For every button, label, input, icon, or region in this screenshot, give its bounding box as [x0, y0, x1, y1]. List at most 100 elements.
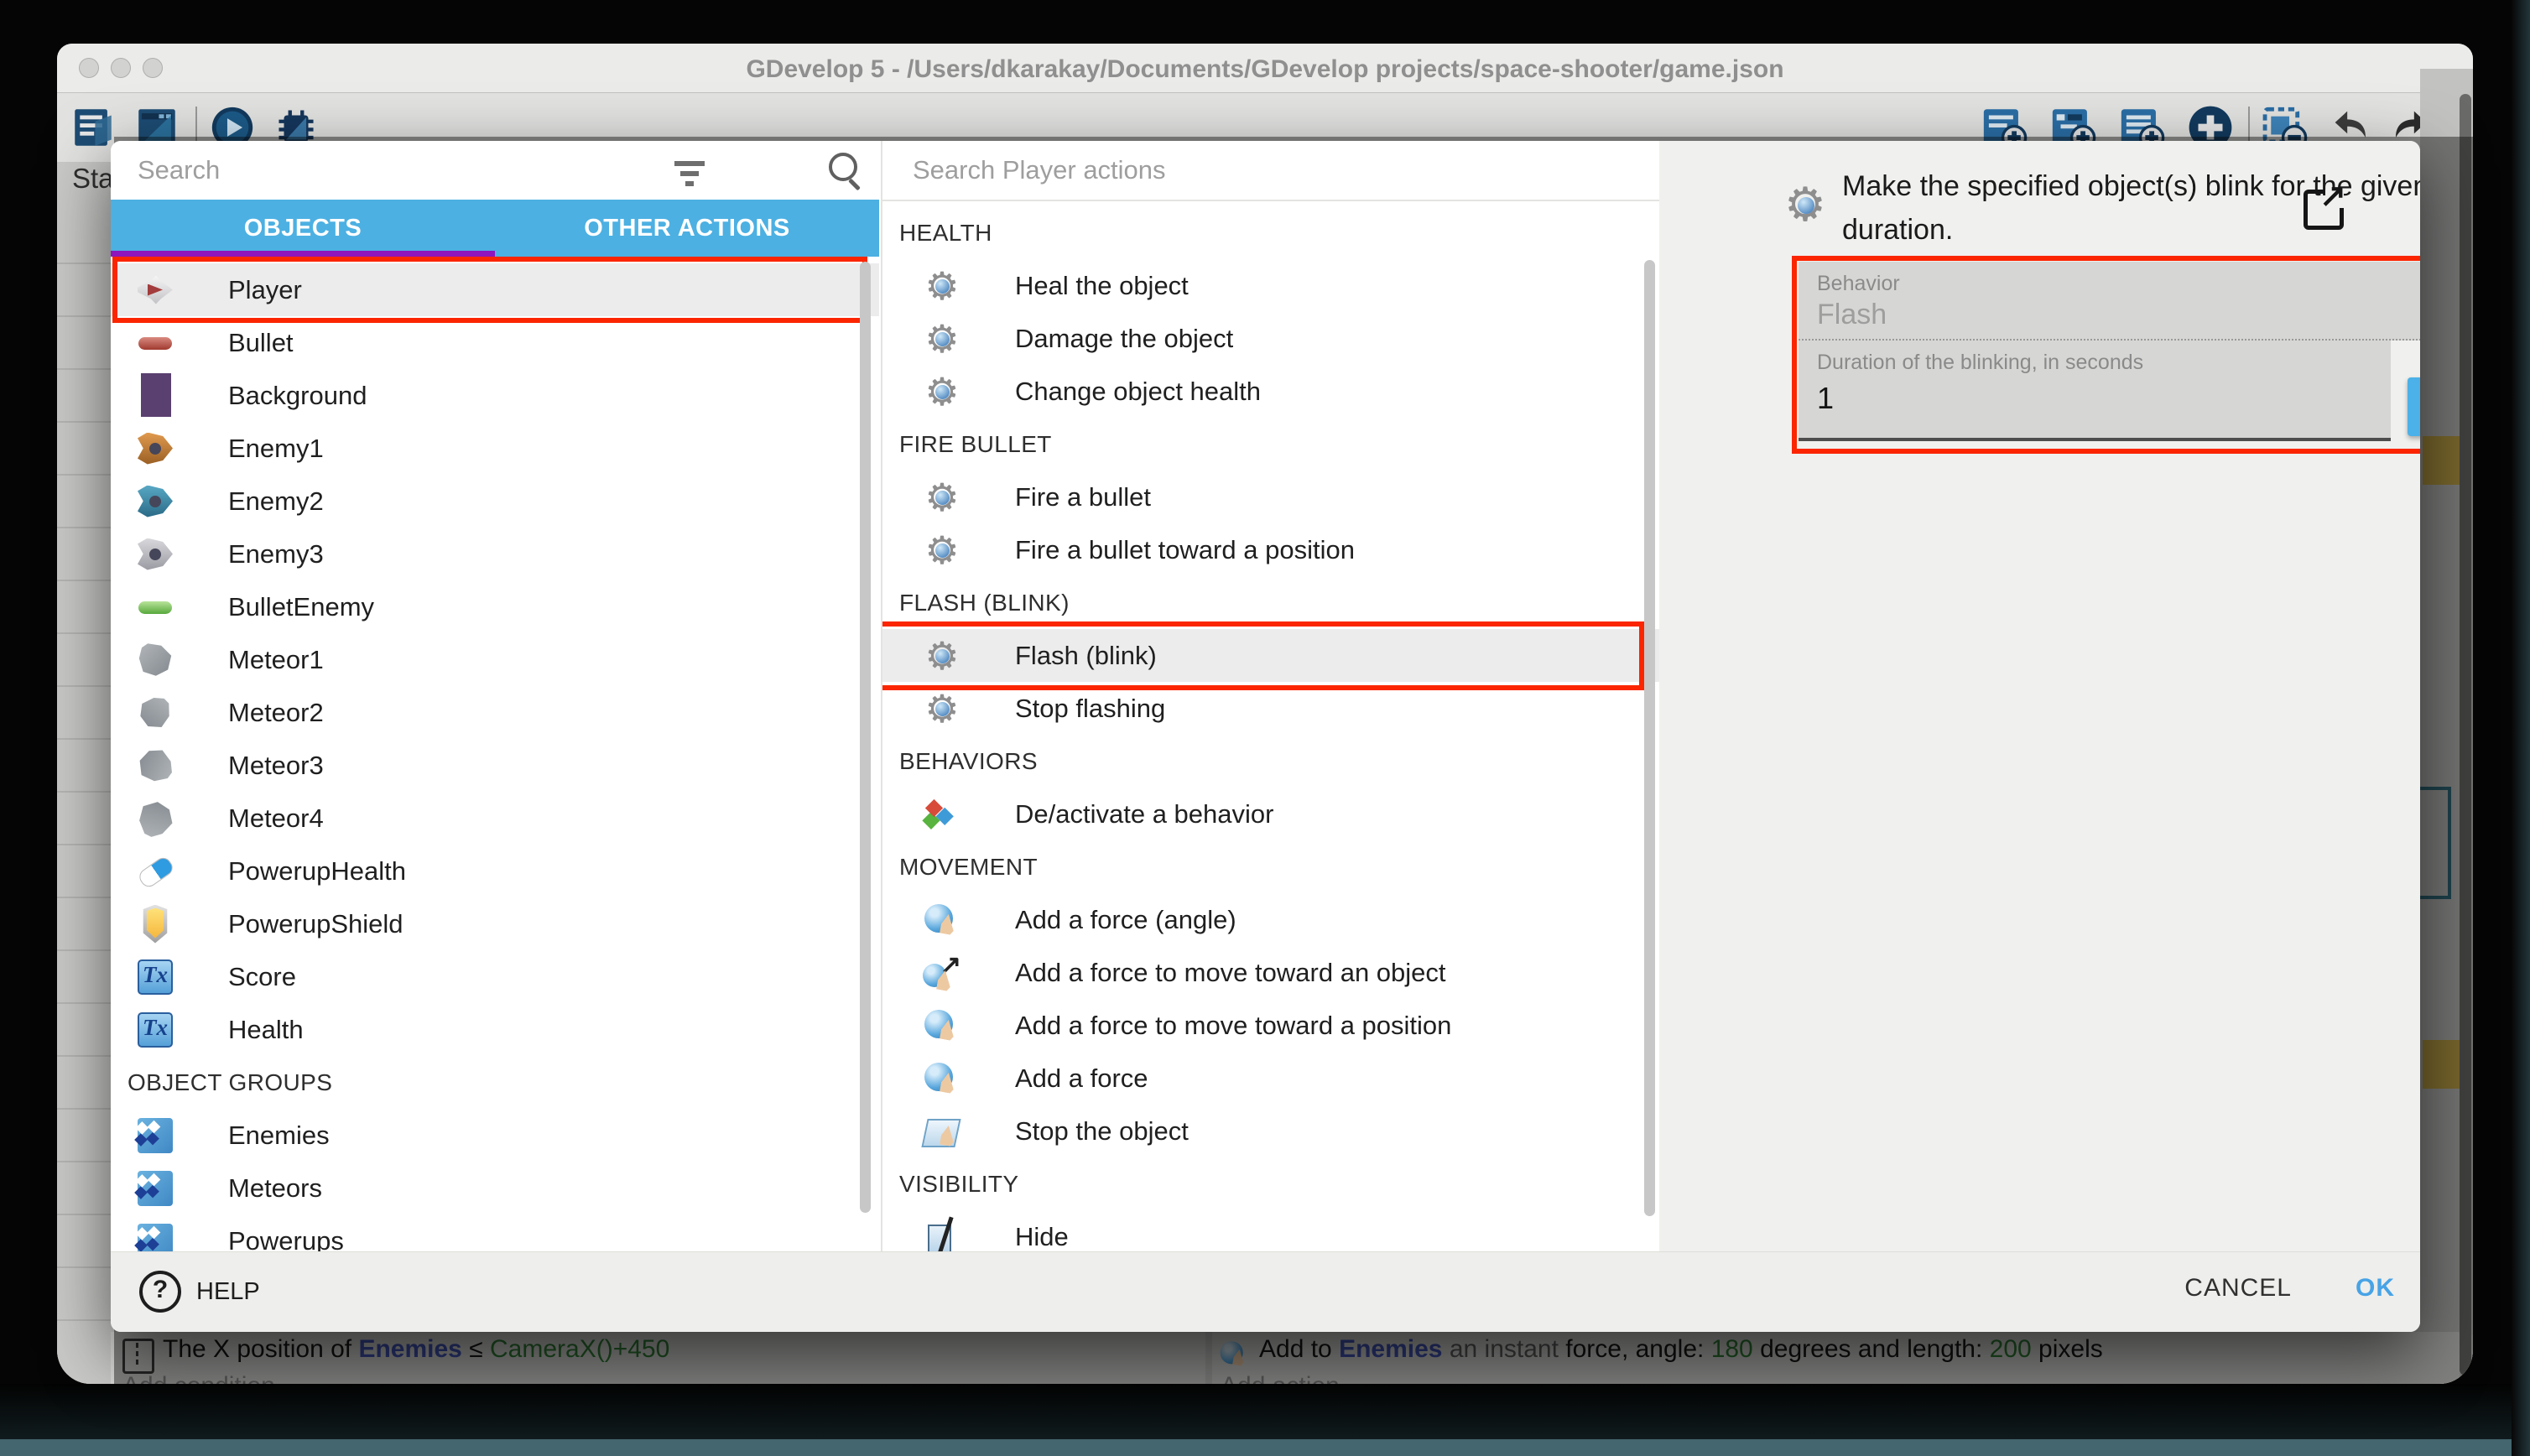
objects-list-scrollbar[interactable]	[860, 262, 871, 1213]
help-label: HELP	[196, 1278, 260, 1306]
item-label: Add a force to move toward an object	[1015, 958, 1446, 988]
item-label: Bullet	[228, 328, 294, 358]
text-object-icon	[136, 1011, 174, 1049]
tab-objects[interactable]: OBJECTS	[111, 200, 495, 257]
action-item-stop-flashing[interactable]: Stop flashing	[882, 682, 1659, 735]
item-label: Meteor2	[228, 698, 324, 728]
action-item-fire-a-bullet-toward-a-position[interactable]: Fire a bullet toward a position	[882, 523, 1659, 576]
item-label: PowerupHealth	[228, 856, 406, 887]
open-in-new-icon[interactable]	[2304, 190, 2344, 230]
duration-input[interactable]: Duration of the blinking, in seconds 1	[1799, 341, 2391, 441]
object-group-icon	[136, 1169, 174, 1208]
item-label: Add a force	[1015, 1063, 1148, 1094]
item-label: Health	[228, 1015, 304, 1045]
object-item-meteor1[interactable]: Meteor1	[111, 633, 879, 686]
active-tab-underline	[111, 251, 495, 257]
duration-field-label: Duration of the blinking, in seconds	[1817, 351, 2143, 375]
search-icon	[829, 153, 857, 181]
object-item-bullet[interactable]: Bullet	[111, 316, 879, 369]
object-item-meteors[interactable]: Meteors	[111, 1162, 879, 1214]
action-search-input[interactable]: Search Player actions	[882, 141, 1659, 200]
hide-icon	[923, 1218, 961, 1256]
action-item-heal-the-object[interactable]: Heal the object	[882, 259, 1659, 312]
events-tab-fragment: Sta	[72, 163, 114, 195]
action-item-fire-a-bullet[interactable]: Fire a bullet	[882, 471, 1659, 523]
section-header: OBJECT GROUPS	[111, 1056, 879, 1109]
force-icon	[923, 1006, 961, 1045]
section-header: FIRE BULLET	[882, 418, 1659, 471]
text-object-icon	[136, 958, 174, 996]
object-item-bulletenemy[interactable]: BulletEnemy	[111, 580, 879, 633]
object-tabs: OBJECTS OTHER ACTIONS	[111, 200, 879, 257]
action-item-add-a-force-to-move-toward-an-object[interactable]: ↗Add a force to move toward an object	[882, 946, 1659, 999]
object-item-background[interactable]: Background	[111, 369, 879, 422]
section-header: FLASH (BLINK)	[882, 576, 1659, 629]
force-icon	[923, 1059, 961, 1098]
item-label: Stop flashing	[1015, 694, 1165, 724]
object-item-score[interactable]: Score	[111, 950, 879, 1003]
section-header: MOVEMENT	[882, 840, 1659, 893]
objects-list: Player Bullet BackgroundEnemy1 Enemy2 Enemy3…	[111, 257, 879, 1258]
object-item-meteor3[interactable]: Meteor3	[111, 739, 879, 792]
gear-icon	[923, 320, 961, 358]
object-item-enemy3[interactable]: Enemy3	[111, 528, 879, 580]
powerup-health-icon	[136, 852, 174, 891]
gear-icon	[923, 689, 961, 728]
object-item-health[interactable]: Health	[111, 1003, 879, 1056]
object-item-enemies[interactable]: Enemies	[111, 1109, 879, 1162]
desktop-wallpaper-strip	[0, 1439, 2530, 1456]
actions-list-scrollbar[interactable]	[1644, 260, 1655, 1216]
expression-editor-button[interactable]: Σ 123	[2408, 377, 2420, 436]
action-item-add-a-force[interactable]: Add a force	[882, 1052, 1659, 1105]
ok-button[interactable]: OK	[2356, 1274, 2395, 1303]
action-item-flash-blink-[interactable]: Flash (blink)	[882, 629, 1659, 682]
item-label: Meteors	[228, 1173, 322, 1204]
gear-icon	[923, 637, 961, 675]
desktop-wallpaper-edge	[2512, 0, 2530, 1456]
desktop-shadow	[0, 1384, 2530, 1439]
object-item-meteor4[interactable]: Meteor4	[111, 792, 879, 845]
object-item-poweruphealth[interactable]: PowerupHealth	[111, 845, 879, 897]
action-item-damage-the-object[interactable]: Damage the object	[882, 312, 1659, 365]
behavior-icon	[923, 795, 961, 834]
dialog-footer: HELP CANCEL OK	[111, 1251, 2420, 1332]
meteor3-icon	[136, 746, 174, 785]
force-icon	[923, 901, 961, 939]
object-search-placeholder: Search	[138, 155, 220, 185]
help-button[interactable]: HELP	[139, 1271, 260, 1313]
object-item-meteor2[interactable]: Meteor2	[111, 686, 879, 739]
help-icon	[139, 1271, 181, 1313]
object-item-enemy1[interactable]: Enemy1	[111, 422, 879, 475]
duration-field-value: 1	[1817, 381, 1834, 416]
gear-icon	[923, 372, 961, 411]
gear-icon	[923, 267, 961, 305]
instruction-editor-dialog: Search OBJECTS OTHER ACTIONS Player Bulle…	[111, 141, 2420, 1332]
behavior-field-label: Behavior	[1817, 272, 1900, 296]
object-search-input[interactable]: Search	[111, 141, 879, 200]
item-label: Fire a bullet toward a position	[1015, 535, 1355, 565]
action-item-stop-the-object[interactable]: Stop the object	[882, 1105, 1659, 1157]
action-item-hide[interactable]: Hide	[882, 1210, 1659, 1256]
action-item-add-a-force-to-move-toward-a-position[interactable]: Add a force to move toward a position	[882, 999, 1659, 1052]
filter-icon[interactable]	[674, 161, 705, 166]
behavior-field: Behavior Flash	[1799, 262, 2420, 341]
item-label: De/activate a behavior	[1015, 799, 1273, 829]
item-label: Fire a bullet	[1015, 482, 1151, 512]
item-label: Enemy2	[228, 486, 324, 517]
item-label: Enemies	[228, 1121, 330, 1151]
item-label: Meteor1	[228, 645, 324, 675]
object-item-powerupshield[interactable]: PowerupShield	[111, 897, 879, 950]
meteor1-icon	[136, 641, 174, 679]
object-item-enemy2[interactable]: Enemy2	[111, 475, 879, 528]
action-item-de-activate-a-behavior[interactable]: De/activate a behavior	[882, 788, 1659, 840]
title-bar[interactable]: GDevelop 5 - /Users/dkarakay/Documents/G…	[57, 44, 2473, 93]
tab-other-actions[interactable]: OTHER ACTIONS	[495, 200, 879, 257]
item-label: Meteor3	[228, 751, 324, 781]
item-label: Heal the object	[1015, 271, 1189, 301]
cancel-button[interactable]: CANCEL	[2184, 1274, 2292, 1303]
object-item-player[interactable]: Player	[111, 263, 879, 316]
action-item-add-a-force-angle-[interactable]: Add a force (angle)	[882, 893, 1659, 946]
item-label: Add a force to move toward a position	[1015, 1011, 1451, 1041]
action-item-change-object-health[interactable]: Change object health	[882, 365, 1659, 418]
powerup-shield-icon	[136, 905, 174, 944]
